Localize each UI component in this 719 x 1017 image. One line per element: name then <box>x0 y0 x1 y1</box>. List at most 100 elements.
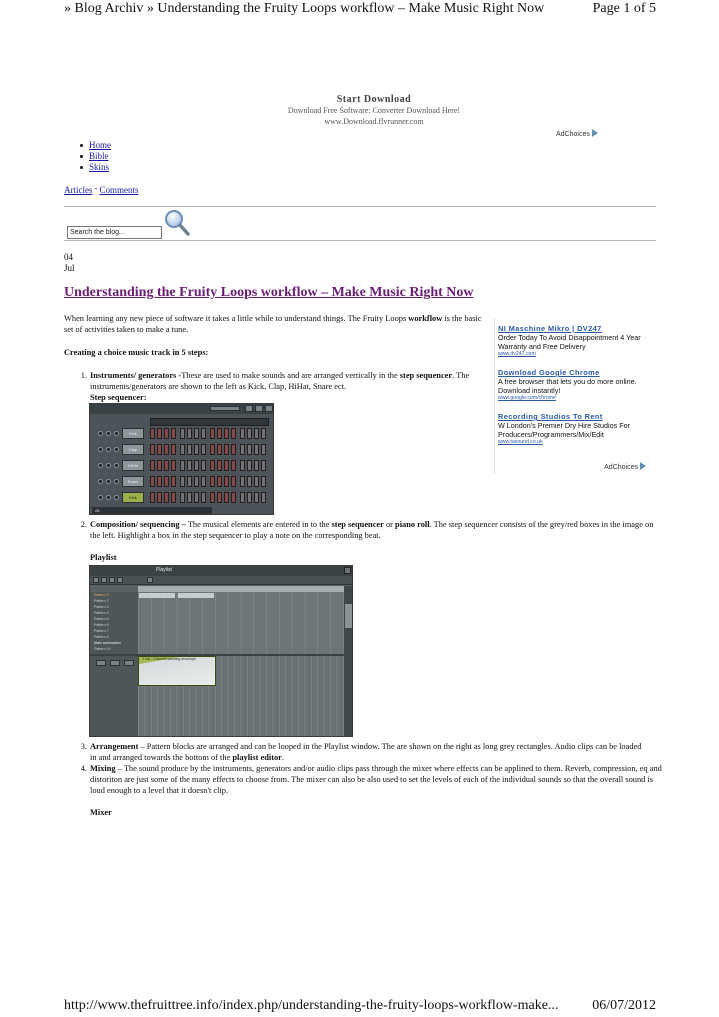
side-ad-item[interactable]: Download Google Chrome A free browser th… <box>498 368 652 402</box>
side-ad-title[interactable]: Recording Studios To Rent <box>498 412 652 421</box>
step-button[interactable] <box>261 428 266 439</box>
top-adchoices[interactable]: AdChoices <box>556 129 598 138</box>
comments-link[interactable]: Comments <box>100 185 139 195</box>
step-button[interactable] <box>194 492 199 503</box>
step-button[interactable] <box>261 492 266 503</box>
step-button[interactable] <box>240 492 245 503</box>
channel-name[interactable]: HiHat <box>122 460 144 471</box>
nav-link-bible[interactable]: Bible <box>89 151 109 161</box>
toolbar-button[interactable] <box>255 405 263 412</box>
step-button[interactable] <box>194 476 199 487</box>
step-button[interactable] <box>187 460 192 471</box>
side-ad-url[interactable]: www.tasound.co.uk <box>498 439 652 446</box>
pan-knob[interactable] <box>106 463 111 468</box>
nav-item-bible[interactable]: Bible <box>76 151 111 162</box>
tool-icon[interactable] <box>109 577 115 583</box>
search-input[interactable]: Search the blog... <box>67 226 162 239</box>
step-button[interactable] <box>224 492 229 503</box>
channel-row[interactable]: HiHat <box>96 460 266 472</box>
step-button[interactable] <box>261 444 266 455</box>
channel-row[interactable]: Clap <box>96 444 266 456</box>
volume-knob[interactable] <box>114 479 119 484</box>
step-button[interactable] <box>194 460 199 471</box>
pattern-block[interactable] <box>178 593 214 598</box>
top-ad-heading[interactable]: Start Download <box>64 94 684 105</box>
step-button[interactable] <box>171 492 176 503</box>
side-ad-title[interactable]: Download Google Chrome <box>498 368 652 377</box>
step-button[interactable] <box>171 428 176 439</box>
step-button[interactable] <box>201 460 206 471</box>
step-button[interactable] <box>201 428 206 439</box>
channel-name[interactable]: Kick <box>122 428 144 439</box>
magnifier-icon[interactable] <box>164 209 190 237</box>
close-icon[interactable] <box>344 567 351 574</box>
step-button[interactable] <box>217 476 222 487</box>
step-button[interactable] <box>201 476 206 487</box>
pan-knob[interactable] <box>106 447 111 452</box>
step-button[interactable] <box>157 492 162 503</box>
step-button[interactable] <box>247 460 252 471</box>
step-button[interactable] <box>224 460 229 471</box>
step-button[interactable] <box>224 444 229 455</box>
step-button[interactable] <box>240 476 245 487</box>
step-button[interactable] <box>171 476 176 487</box>
step-button[interactable] <box>164 476 169 487</box>
volume-knob[interactable] <box>114 463 119 468</box>
step-button[interactable] <box>180 428 185 439</box>
step-button[interactable] <box>254 444 259 455</box>
step-button[interactable] <box>217 460 222 471</box>
channel-name[interactable]: Snare <box>122 476 144 487</box>
pan-knob[interactable] <box>106 495 111 500</box>
step-button[interactable] <box>164 492 169 503</box>
toolbar-button[interactable] <box>265 405 273 412</box>
step-button[interactable] <box>194 428 199 439</box>
volume-knob[interactable] <box>114 431 119 436</box>
step-button[interactable] <box>231 476 236 487</box>
step-button[interactable] <box>210 492 215 503</box>
step-button[interactable] <box>180 476 185 487</box>
track-button[interactable] <box>124 660 134 666</box>
side-ad-url[interactable]: www.dv247.com <box>498 351 652 358</box>
channel-row[interactable]: Snare <box>96 476 266 488</box>
nav-link-skins[interactable]: Skins <box>89 162 109 172</box>
pattern-block[interactable] <box>139 593 175 598</box>
step-button[interactable] <box>247 444 252 455</box>
step-button[interactable] <box>210 476 215 487</box>
automation-clip[interactable]: 1 Vol - Channel panning envelope <box>138 656 216 686</box>
mute-led[interactable] <box>98 479 103 484</box>
side-adchoices[interactable]: AdChoices <box>604 462 646 471</box>
side-ad-item[interactable]: NI Maschine Mikro | DV247 Order Today To… <box>498 324 652 358</box>
channel-row[interactable]: Kick <box>96 428 266 440</box>
step-button[interactable] <box>201 444 206 455</box>
tool-icon[interactable] <box>101 577 107 583</box>
step-button[interactable] <box>254 492 259 503</box>
step-button[interactable] <box>150 492 155 503</box>
side-ad-url[interactable]: www.google.com/chrome <box>498 395 652 402</box>
track-button[interactable] <box>110 660 120 666</box>
channel-row[interactable]: Kick Gnocco <box>96 492 266 510</box>
tool-icon[interactable] <box>117 577 123 583</box>
mute-led[interactable] <box>98 447 103 452</box>
step-button[interactable] <box>210 444 215 455</box>
tool-icon[interactable] <box>93 577 99 583</box>
step-button[interactable] <box>247 476 252 487</box>
step-button[interactable] <box>224 428 229 439</box>
top-ad-line-2[interactable]: www.Download.flvrunner.com <box>64 116 684 127</box>
step-button[interactable] <box>171 460 176 471</box>
step-button[interactable] <box>150 460 155 471</box>
step-button[interactable] <box>180 444 185 455</box>
step-button[interactable] <box>231 492 236 503</box>
volume-knob[interactable] <box>114 447 119 452</box>
nav-link-home[interactable]: Home <box>89 140 111 150</box>
side-ad-item[interactable]: Recording Studios To Rent W London's Pre… <box>498 412 652 446</box>
post-title[interactable]: Understanding the Fruity Loops workflow … <box>64 285 474 301</box>
step-button[interactable] <box>194 444 199 455</box>
step-button[interactable] <box>231 444 236 455</box>
step-button[interactable] <box>254 428 259 439</box>
step-button[interactable] <box>210 460 215 471</box>
step-button[interactable] <box>157 444 162 455</box>
step-button[interactable] <box>210 428 215 439</box>
pan-knob[interactable] <box>106 431 111 436</box>
step-button[interactable] <box>231 460 236 471</box>
step-button[interactable] <box>240 428 245 439</box>
